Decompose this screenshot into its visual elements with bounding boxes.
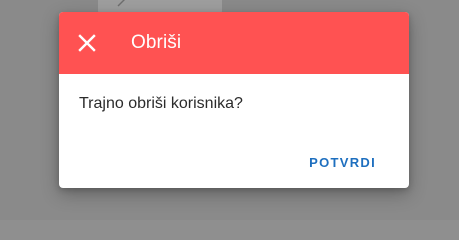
dialog-message: Trajno obriši korisnika? bbox=[79, 95, 243, 112]
confirm-button[interactable]: POTVRDI bbox=[295, 150, 390, 176]
delete-dialog: Obriši Trajno obriši korisnika? POTVRDI bbox=[59, 12, 409, 188]
pencil-icon bbox=[117, 0, 125, 7]
dialog-header: Obriši bbox=[59, 12, 409, 74]
dialog-title: Obriši bbox=[131, 32, 182, 53]
close-icon bbox=[78, 34, 96, 52]
close-button[interactable] bbox=[73, 29, 101, 57]
